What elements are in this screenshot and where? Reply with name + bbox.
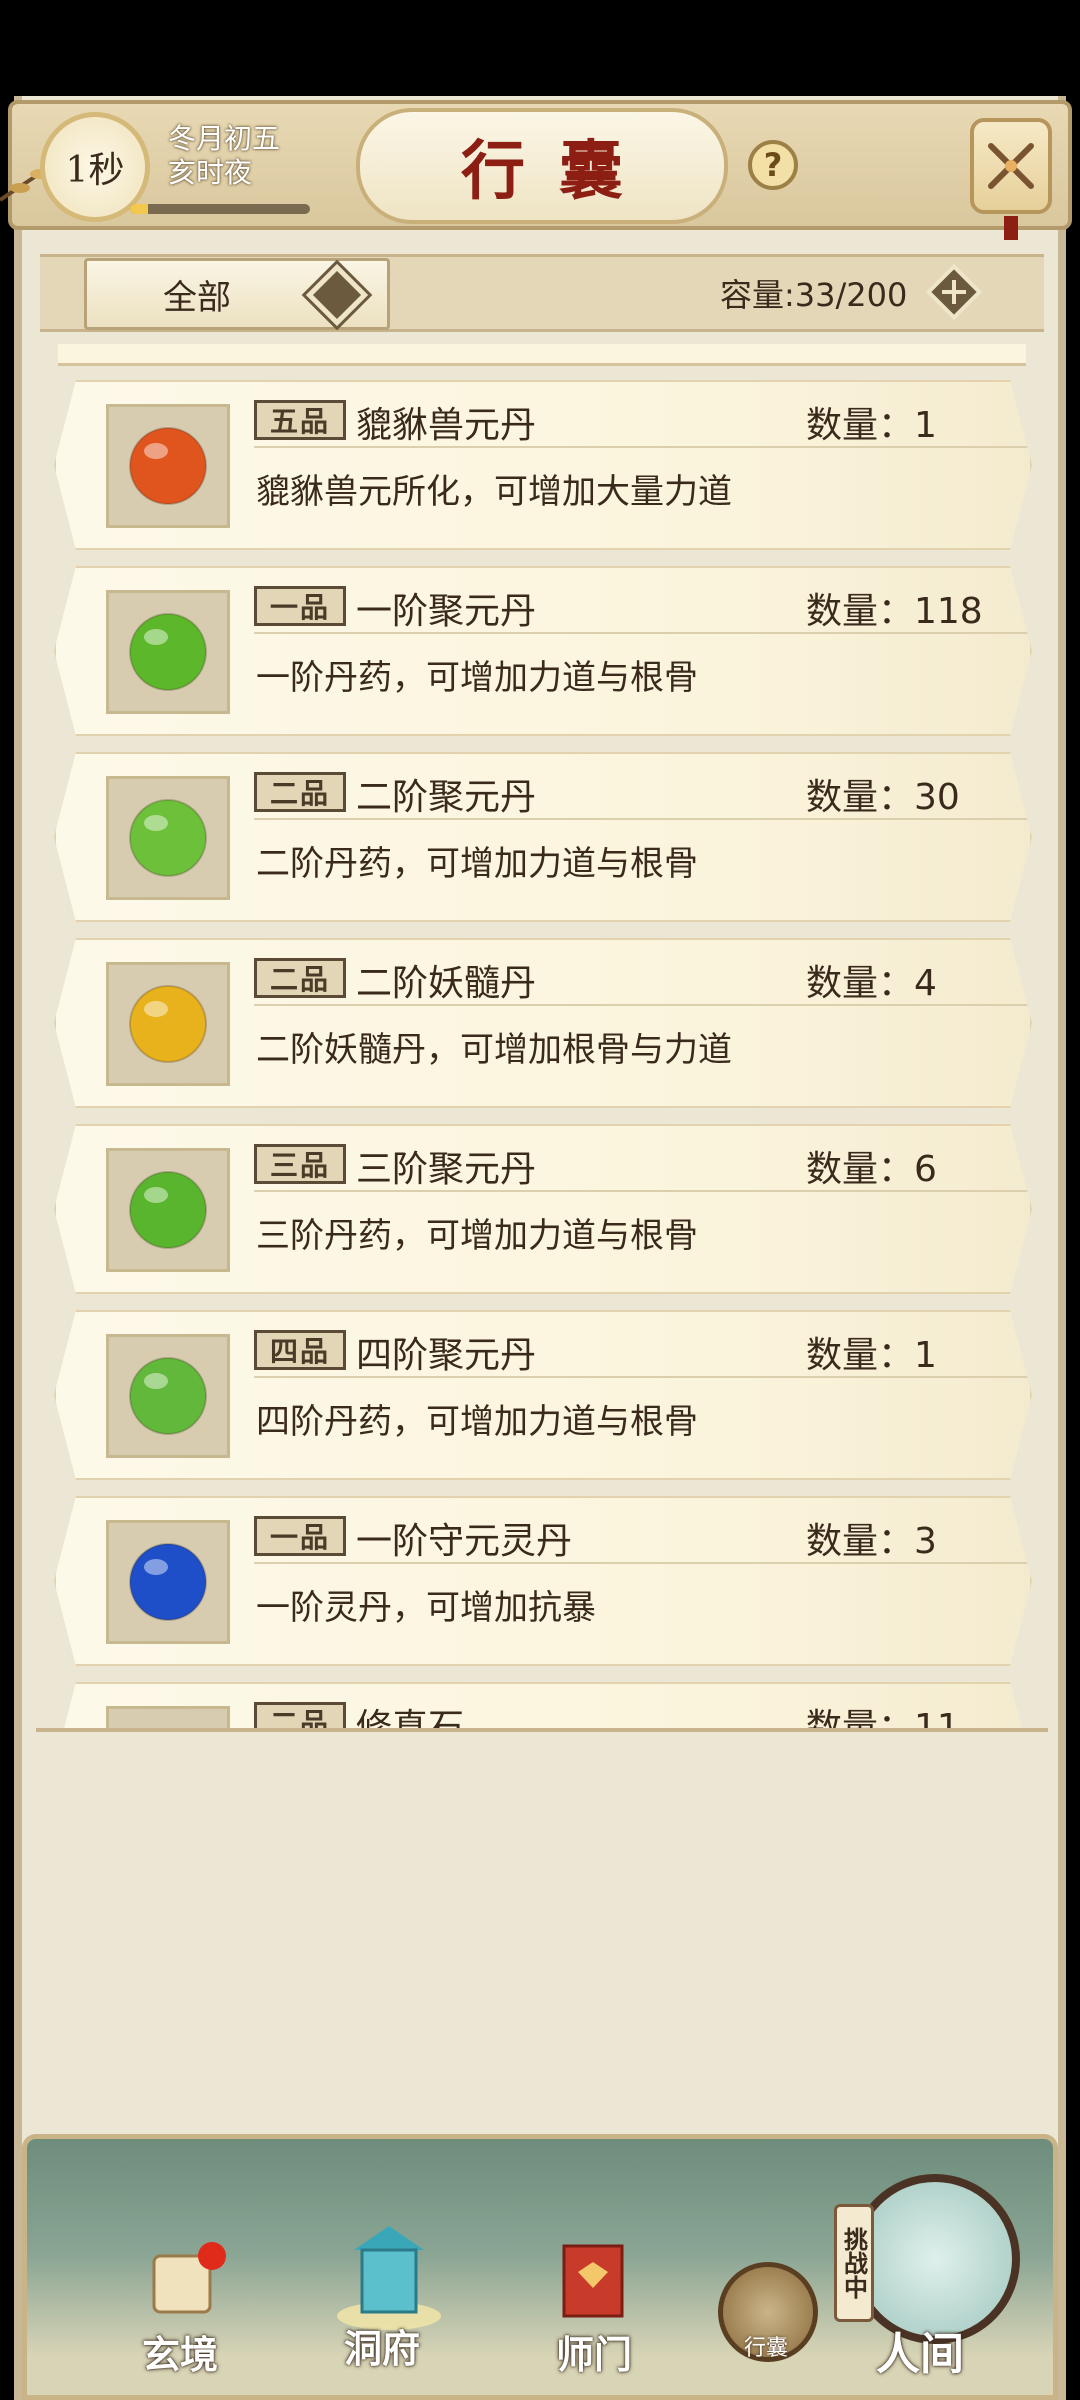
- item-name: 一阶守元灵丹: [356, 1521, 573, 1562]
- item-name: 二阶妖髓丹: [356, 963, 537, 1004]
- lunar-time: 亥时夜: [168, 156, 253, 189]
- item-quantity: 数量：4: [806, 963, 937, 1004]
- item-grade-badge: 二品: [254, 1702, 346, 1728]
- date-text: 冬月初五 亥时夜: [168, 122, 280, 190]
- item-name: 一阶聚元丹: [356, 591, 537, 632]
- item-quantity: 数量：11: [806, 1707, 960, 1732]
- time-progress-fill: [130, 204, 148, 214]
- item-quantity: 数量：1: [806, 1335, 937, 1376]
- dropdown-diamond-icon: [305, 263, 369, 327]
- item-quantity: 数量：1: [806, 405, 937, 446]
- item-grade-badge: 一品: [254, 1516, 346, 1556]
- status-bar-area: [0, 0, 1080, 96]
- nav-dongfu[interactable]: 洞府: [344, 2318, 420, 2373]
- item-icon-frame: [106, 776, 230, 900]
- item-name: 四阶聚元丹: [356, 1335, 537, 1376]
- item-divider: [254, 1376, 1032, 1378]
- category-filter-dropdown[interactable]: 全部: [84, 258, 390, 330]
- item-divider: [254, 632, 1032, 634]
- item-description: 一阶丹药，可增加力道与根骨: [256, 658, 698, 698]
- blue-crystal-icon: [123, 1723, 213, 1732]
- item-icon-frame: [106, 1706, 230, 1732]
- item-description: 一阶灵丹，可增加抗暴: [256, 1588, 596, 1628]
- inventory-item[interactable]: 二品 二阶妖髓丹 数量：4 二阶妖髓丹，可增加根骨与力道: [54, 938, 1032, 1108]
- green-pill-icon: [129, 1357, 207, 1435]
- item-icon-frame: [106, 590, 230, 714]
- item-icon-frame: [106, 1148, 230, 1272]
- nav-xingnang[interactable]: 行囊: [744, 2330, 788, 2362]
- banner-icon: [562, 2244, 624, 2318]
- green-pill-icon: [129, 613, 207, 691]
- capacity-text: 容量:33/200: [720, 276, 908, 314]
- item-quantity: 数量：3: [806, 1521, 937, 1562]
- item-description: 三阶丹药，可增加力道与根骨: [256, 1216, 698, 1256]
- pavilion-icon: [337, 2226, 441, 2330]
- inventory-item[interactable]: 二品 修真石 数量：11: [54, 1682, 1032, 1732]
- item-grade-badge: 一品: [254, 586, 346, 626]
- item-divider: [254, 818, 1032, 820]
- inventory-item[interactable]: 五品 貔貅兽元丹 数量：1 貔貅兽元所化，可增加大量力道: [54, 380, 1032, 550]
- item-name: 二阶聚元丹: [356, 777, 537, 818]
- nav-xuanjing[interactable]: 玄境: [142, 2324, 218, 2379]
- item-grade-badge: 三品: [254, 1144, 346, 1184]
- item-quantity: 数量：30: [806, 777, 960, 818]
- item-grade-badge: 四品: [254, 1330, 346, 1370]
- help-button[interactable]: ?: [748, 140, 798, 190]
- item-grade-badge: 二品: [254, 772, 346, 812]
- nav-renjian[interactable]: 人间: [876, 2318, 964, 2382]
- item-icon-frame: [106, 1520, 230, 1644]
- inventory-item[interactable]: 四品 四阶聚元丹 数量：1 四阶丹药，可增加力道与根骨: [54, 1310, 1032, 1480]
- close-button[interactable]: [970, 118, 1052, 214]
- inventory-list[interactable]: 五品 貔貅兽元丹 数量：1 貔貅兽元所化，可增加大量力道 一品 一阶聚元丹 数量：118 一阶…: [36, 344, 1048, 1732]
- item-icon-frame: [106, 962, 230, 1086]
- item-description: 四阶丹药，可增加力道与根骨: [256, 1402, 698, 1442]
- item-description: 二阶丹药，可增加力道与根骨: [256, 844, 698, 884]
- green-pill-icon: [129, 1171, 207, 1249]
- item-divider: [254, 1562, 1032, 1564]
- item-divider: [254, 1190, 1032, 1192]
- item-icon-frame: [106, 404, 230, 528]
- item-description: 貔貅兽元所化，可增加大量力道: [256, 472, 732, 512]
- crossed-swords-icon: [988, 143, 1034, 189]
- inventory-item[interactable]: 一品 一阶聚元丹 数量：118 一阶丹药，可增加力道与根骨: [54, 566, 1032, 736]
- time-badge-text: 1秒: [65, 150, 125, 191]
- time-progress-bar: [130, 204, 310, 214]
- item-divider: [254, 1004, 1032, 1006]
- question-icon: ?: [763, 146, 783, 184]
- nav-shimen[interactable]: 师门: [556, 2324, 632, 2379]
- category-filter-label: 全部: [163, 277, 231, 318]
- item-quantity: 数量：118: [806, 591, 983, 632]
- list-top-edge: [58, 344, 1026, 366]
- item-quantity: 数量：6: [806, 1149, 937, 1190]
- red-pill-icon: [129, 427, 207, 505]
- green-pill-icon: [129, 799, 207, 877]
- item-name: 修真石: [356, 1707, 465, 1732]
- yellow-pill-icon: [129, 985, 207, 1063]
- item-grade-badge: 五品: [254, 400, 346, 440]
- item-description: 二阶妖髓丹，可增加根骨与力道: [256, 1030, 732, 1070]
- tassel-decoration: [1004, 216, 1018, 240]
- item-name: 三阶聚元丹: [356, 1149, 537, 1190]
- item-name: 貔貅兽元丹: [356, 405, 537, 446]
- inventory-item[interactable]: 三品 三阶聚元丹 数量：6 三阶丹药，可增加力道与根骨: [54, 1124, 1032, 1294]
- page-title: 行囊: [461, 134, 657, 209]
- scroll-icon: [152, 2242, 226, 2314]
- challenge-status-tag: 挑战中: [834, 2204, 874, 2322]
- expand-capacity-icon[interactable]: [926, 264, 982, 320]
- blue-pill-icon: [129, 1543, 207, 1621]
- title-plate: 行囊: [356, 108, 728, 224]
- lunar-date: 冬月初五: [168, 122, 281, 155]
- inventory-item[interactable]: 一品 一阶守元灵丹 数量：3 一阶灵丹，可增加抗暴: [54, 1496, 1032, 1666]
- item-icon-frame: [106, 1334, 230, 1458]
- inventory-item[interactable]: 二品 二阶聚元丹 数量：30 二阶丹药，可增加力道与根骨: [54, 752, 1032, 922]
- item-grade-badge: 二品: [254, 958, 346, 998]
- item-divider: [254, 446, 1032, 448]
